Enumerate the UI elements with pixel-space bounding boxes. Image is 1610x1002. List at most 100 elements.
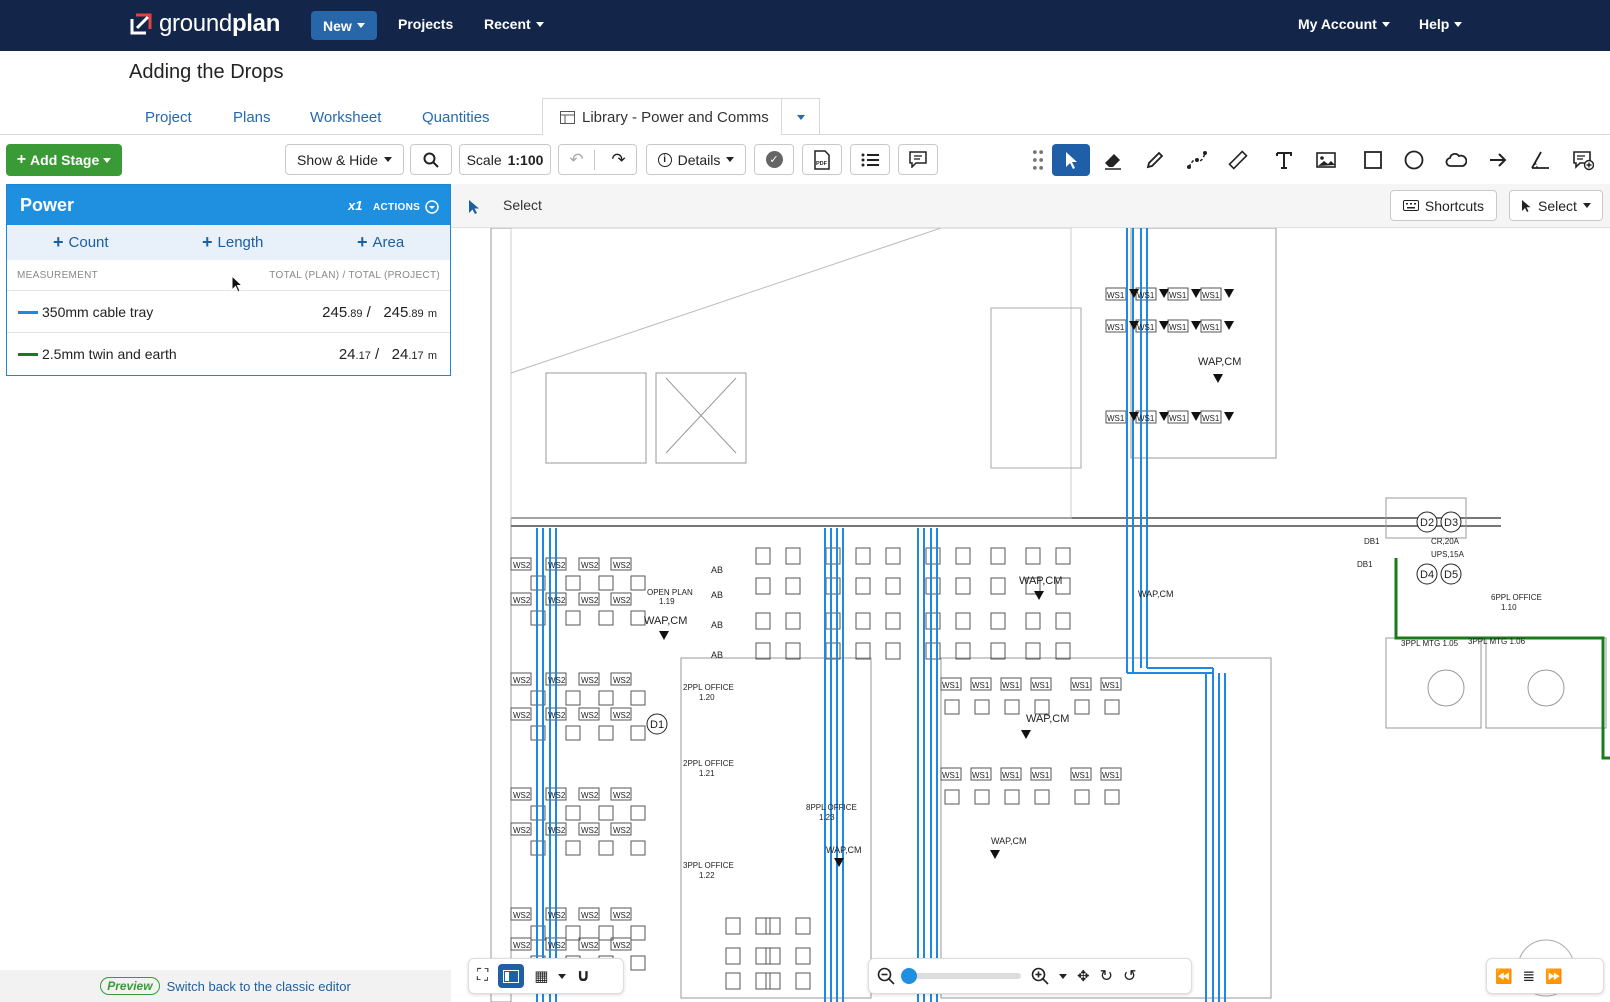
my-account-label: My Account bbox=[1298, 16, 1377, 32]
ws1-tag: WS1 bbox=[1102, 771, 1120, 780]
fit-to-screen-icon[interactable]: ✥ bbox=[1077, 967, 1090, 985]
my-account-menu[interactable]: My Account bbox=[1298, 16, 1390, 32]
magnet-icon[interactable]: ∪ bbox=[576, 966, 590, 986]
desk bbox=[944, 699, 960, 715]
ws1-tag: WS1 bbox=[972, 771, 990, 780]
chevron-down-icon bbox=[383, 157, 392, 162]
show-hide-button[interactable]: Show & Hide bbox=[285, 144, 404, 175]
add-count-button[interactable]: + Count bbox=[53, 233, 109, 251]
plus-icon: + bbox=[202, 232, 213, 252]
tab-library[interactable]: Library - Power and Comms bbox=[542, 98, 782, 135]
plan-canvas[interactable]: WS2 WS2 WS2 WS2 WS2 WS2 WS2 WS2 WS2 WS2 WS2 WS2 WS2 W… bbox=[451, 228, 1610, 1002]
outlet-marker bbox=[1224, 321, 1234, 330]
ellipse-tool[interactable] bbox=[1397, 144, 1431, 176]
ws2-tag: WS2 bbox=[548, 911, 566, 920]
groundplan-logo[interactable]: groundplan bbox=[129, 10, 280, 38]
svg-text:PDF: PDF bbox=[816, 161, 828, 167]
select-mode-dropdown[interactable]: Select bbox=[1509, 190, 1603, 221]
redo-icon[interactable]: ↷ bbox=[601, 150, 636, 170]
desk bbox=[755, 612, 771, 630]
undo-icon[interactable]: ↶ bbox=[559, 149, 595, 170]
floor-plan-drawing[interactable]: WS2 WS2 WS2 WS2 WS2 WS2 WS2 WS2 WS2 WS2 WS2 WS2 WS2 W… bbox=[451, 228, 1610, 1002]
measurement-row[interactable]: 2.5mm twin and earth 24.17 / 24.17 m bbox=[7, 332, 450, 374]
export-pdf-button[interactable]: PDF bbox=[802, 144, 842, 175]
polyline-tool[interactable] bbox=[1180, 144, 1214, 176]
cloud-tool[interactable] bbox=[1439, 144, 1473, 176]
rectangle-icon bbox=[1364, 151, 1382, 169]
eraser-tool[interactable] bbox=[1096, 144, 1130, 176]
desk bbox=[1004, 789, 1020, 805]
add-count-label: Count bbox=[68, 234, 109, 251]
rotate-clockwise-icon[interactable]: ↻ bbox=[1100, 966, 1113, 986]
wap-label: WAP,CM bbox=[1026, 713, 1069, 725]
add-length-button[interactable]: + Length bbox=[202, 232, 263, 252]
ws1-tag: WS1 bbox=[972, 681, 990, 690]
details-button[interactable]: i Details bbox=[646, 144, 746, 175]
ruler-tool[interactable] bbox=[1221, 144, 1255, 176]
text-tool[interactable] bbox=[1267, 144, 1301, 176]
layers-icon[interactable]: ≣ bbox=[1522, 967, 1535, 985]
rectangle-tool[interactable] bbox=[1356, 144, 1390, 176]
view-controls: ⛶ ▦ ∪ bbox=[468, 958, 624, 994]
add-comment-tool[interactable] bbox=[1566, 144, 1600, 176]
desk bbox=[1055, 612, 1071, 630]
zoom-out-icon[interactable] bbox=[877, 967, 895, 985]
help-menu[interactable]: Help bbox=[1419, 16, 1463, 32]
complete-check-button[interactable]: ✓ bbox=[754, 144, 794, 175]
list-view-button[interactable] bbox=[850, 144, 890, 175]
add-stage-button[interactable]: + Add Stage bbox=[6, 144, 122, 176]
sidebar-toggle-icon[interactable] bbox=[498, 964, 525, 988]
rotate-counterclockwise-icon[interactable]: ↺ bbox=[1123, 966, 1136, 986]
stage-multiplier[interactable]: x1 bbox=[348, 198, 362, 213]
ws2-tag: WS2 bbox=[613, 561, 631, 570]
tab-project[interactable]: Project bbox=[145, 109, 192, 126]
angle-tool[interactable] bbox=[1523, 144, 1557, 176]
next-page-icon[interactable]: ⏩ bbox=[1545, 968, 1562, 985]
ws2-tag: WS2 bbox=[613, 676, 631, 685]
classic-editor-link[interactable]: Switch back to the classic editor bbox=[167, 979, 351, 994]
check-circle-icon: ✓ bbox=[765, 151, 783, 168]
projects-link[interactable]: Projects bbox=[398, 16, 453, 32]
new-menu-button[interactable]: New bbox=[311, 11, 377, 40]
previous-page-icon[interactable]: ⏪ bbox=[1495, 968, 1512, 985]
arrow-tool[interactable] bbox=[1481, 144, 1515, 176]
recent-menu[interactable]: Recent bbox=[484, 16, 544, 32]
shortcuts-button[interactable]: Shortcuts bbox=[1390, 190, 1497, 221]
scale-button[interactable]: Scale 1:100 bbox=[459, 144, 551, 175]
ws1-tag: WS1 bbox=[1202, 323, 1220, 332]
chevron-down-icon[interactable] bbox=[1059, 973, 1067, 979]
image-tool[interactable] bbox=[1309, 144, 1343, 176]
grid-icon[interactable]: ▦ bbox=[534, 967, 548, 985]
desk bbox=[630, 725, 646, 741]
chevron-down-icon[interactable] bbox=[558, 973, 567, 979]
chevron-down-icon bbox=[726, 157, 735, 162]
actions-menu[interactable]: ACTIONS bbox=[373, 200, 439, 214]
comments-button[interactable] bbox=[898, 144, 938, 175]
panel-title: Power bbox=[20, 194, 75, 215]
tab-quantities[interactable]: Quantities bbox=[422, 109, 490, 126]
ws2-tag: WS2 bbox=[513, 826, 531, 835]
mouse-cursor-icon bbox=[231, 275, 243, 293]
search-button[interactable] bbox=[410, 144, 452, 175]
toolbar-drag-handle[interactable] bbox=[1031, 144, 1045, 176]
desk bbox=[725, 947, 741, 965]
ws1-tag: WS1 bbox=[1002, 681, 1020, 690]
pencil-tool[interactable] bbox=[1138, 144, 1172, 176]
add-area-button[interactable]: + Area bbox=[357, 233, 404, 251]
wap-label: WAP,CM bbox=[1019, 575, 1062, 587]
tab-worksheet[interactable]: Worksheet bbox=[310, 109, 381, 126]
project-total-dec: .17 bbox=[408, 350, 424, 362]
zoom-in-icon[interactable] bbox=[1031, 967, 1049, 985]
desk bbox=[1055, 642, 1071, 660]
select-tool[interactable] bbox=[1052, 144, 1090, 176]
measurement-row[interactable]: 350mm cable tray 245.89 / 245.89 m bbox=[7, 290, 450, 332]
tab-plans[interactable]: Plans bbox=[233, 109, 271, 126]
ws1-tag: WS1 bbox=[1072, 681, 1090, 690]
fullscreen-icon[interactable]: ⛶ bbox=[477, 967, 488, 985]
library-tab-dropdown[interactable] bbox=[782, 98, 820, 135]
outlet-marker bbox=[1191, 321, 1201, 330]
zoom-slider[interactable] bbox=[901, 968, 1021, 984]
desk bbox=[1025, 612, 1041, 630]
zoom-slider-thumb[interactable] bbox=[901, 968, 917, 984]
ws2-tag: WS2 bbox=[581, 711, 599, 720]
